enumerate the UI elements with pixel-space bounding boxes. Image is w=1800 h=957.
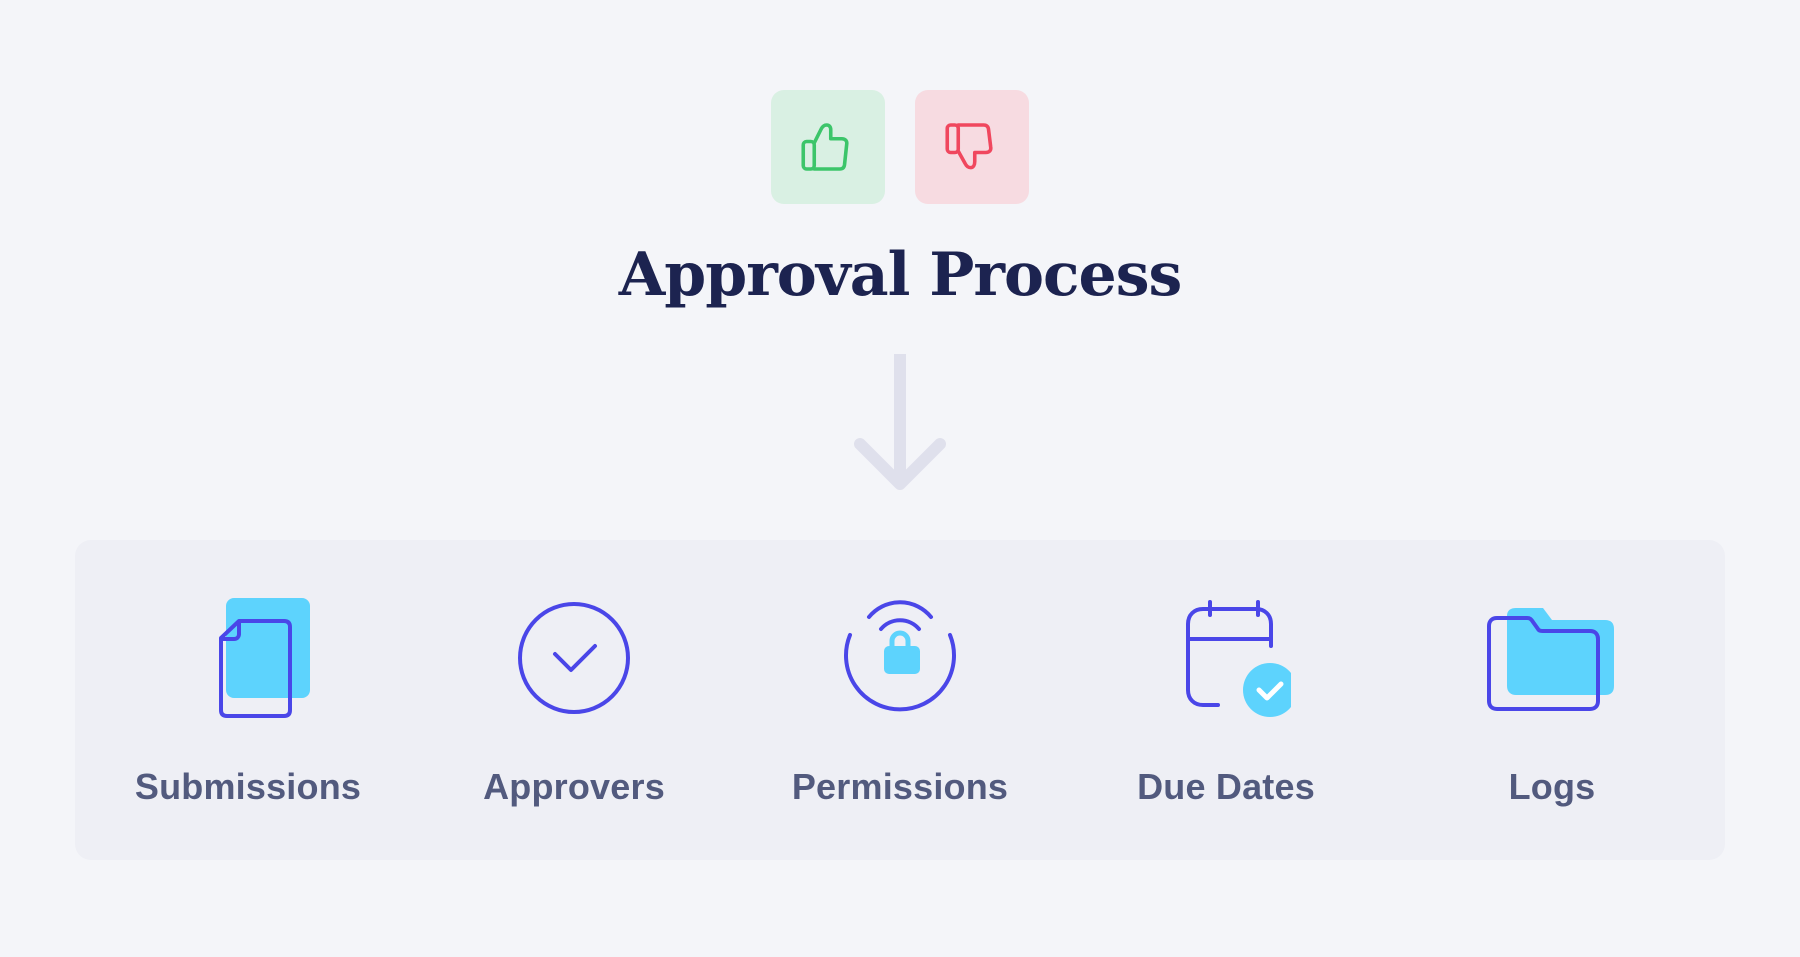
approve-button[interactable] — [771, 90, 885, 204]
features-panel: Submissions Approvers Permissions Due Da… — [75, 540, 1725, 860]
feature-due-dates[interactable]: Due Dates — [1063, 540, 1389, 860]
vote-buttons — [771, 90, 1029, 204]
feature-label: Due Dates — [1137, 766, 1315, 807]
feature-submissions[interactable]: Submissions — [85, 540, 411, 860]
lock-signal-icon — [844, 600, 956, 712]
folder-icon — [1487, 608, 1614, 711]
feature-label: Submissions — [134, 766, 362, 807]
reject-button[interactable] — [915, 90, 1029, 204]
feature-label: Approvers — [483, 766, 665, 807]
feature-permissions[interactable]: Permissions — [737, 540, 1063, 860]
feature-label: Logs — [1508, 766, 1596, 807]
thumbs-down-icon — [945, 123, 993, 170]
documents-icon — [219, 598, 310, 718]
feature-logs[interactable]: Logs — [1389, 540, 1715, 860]
feature-approvers[interactable]: Approvers — [411, 540, 737, 860]
page-title: Approval Process — [618, 240, 1183, 310]
feature-label: Permissions — [791, 766, 1009, 807]
thumbs-up-icon — [801, 123, 849, 171]
check-circle-icon — [518, 602, 630, 714]
calendar-check-icon — [1186, 600, 1291, 717]
arrow-down-icon — [854, 354, 946, 490]
